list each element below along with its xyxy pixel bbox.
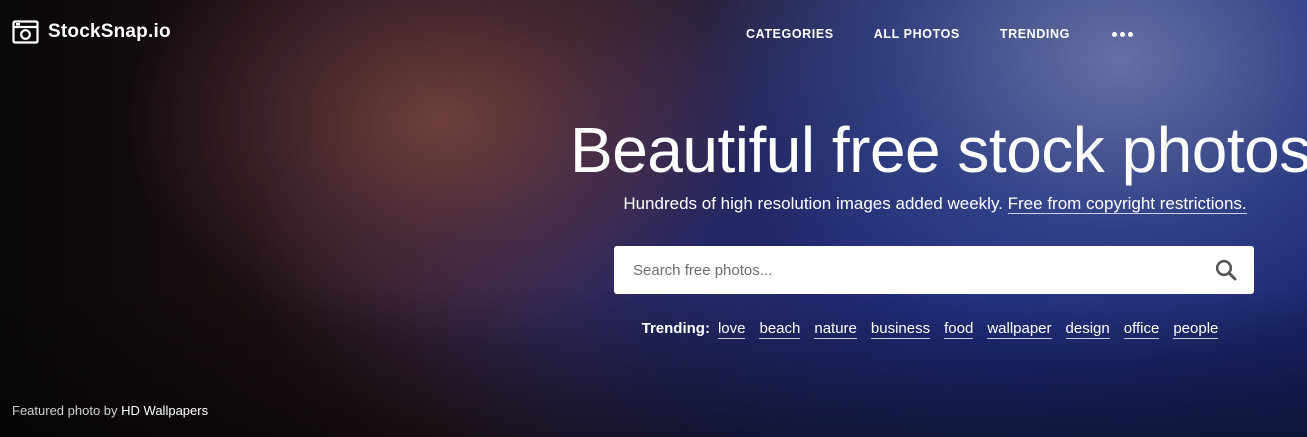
- trending-tag-people[interactable]: people: [1173, 320, 1219, 339]
- dot: [1119, 31, 1125, 37]
- trending-tags: love beach nature business food wallpape…: [717, 320, 1219, 339]
- trending-label: Trending:: [641, 320, 710, 337]
- hero-banner: StockSnap.io CATEGORIES ALL PHOTOS TREND…: [0, 0, 1307, 437]
- trending-tag-business[interactable]: business: [870, 320, 931, 339]
- more-dots-icon[interactable]: [1110, 26, 1138, 42]
- site-logo[interactable]: StockSnap.io: [12, 20, 171, 44]
- trending-tag-beach[interactable]: beach: [759, 320, 801, 339]
- trending-tag-nature[interactable]: nature: [814, 320, 857, 339]
- camera-icon: [12, 20, 39, 44]
- search-input[interactable]: [614, 247, 1198, 293]
- search-form: [614, 246, 1254, 294]
- trending-tag-love[interactable]: love: [717, 320, 746, 339]
- license-link[interactable]: Free from copyright restrictions.: [1007, 194, 1247, 214]
- trending-bar: Trending: love beach nature business foo…: [570, 320, 1290, 339]
- search-icon: [1215, 259, 1237, 281]
- search-button[interactable]: [1198, 246, 1254, 294]
- nav-all-photos[interactable]: ALL PHOTOS: [874, 27, 960, 41]
- photo-credit: Featured photo by HD Wallpapers: [12, 403, 208, 418]
- nav-trending[interactable]: TRENDING: [1000, 27, 1070, 41]
- hero-headline: Beautiful free stock photos: [570, 114, 1307, 186]
- main-nav: CATEGORIES ALL PHOTOS TRENDING: [746, 26, 1138, 42]
- trending-tag-design[interactable]: design: [1065, 320, 1110, 339]
- credit-author-link[interactable]: HD Wallpapers: [121, 403, 208, 418]
- credit-prefix: Featured photo by: [12, 403, 118, 418]
- hero-subline: Hundreds of high resolution images added…: [570, 192, 1300, 216]
- dot: [1111, 31, 1117, 37]
- trending-tag-food[interactable]: food: [944, 320, 974, 339]
- nav-categories[interactable]: CATEGORIES: [746, 27, 834, 41]
- trending-tag-office[interactable]: office: [1123, 320, 1160, 339]
- subline-text: Hundreds of high resolution images added…: [623, 194, 1003, 213]
- dot: [1127, 31, 1133, 37]
- trending-tag-wallpaper[interactable]: wallpaper: [987, 320, 1052, 339]
- site-name: StockSnap.io: [48, 21, 171, 42]
